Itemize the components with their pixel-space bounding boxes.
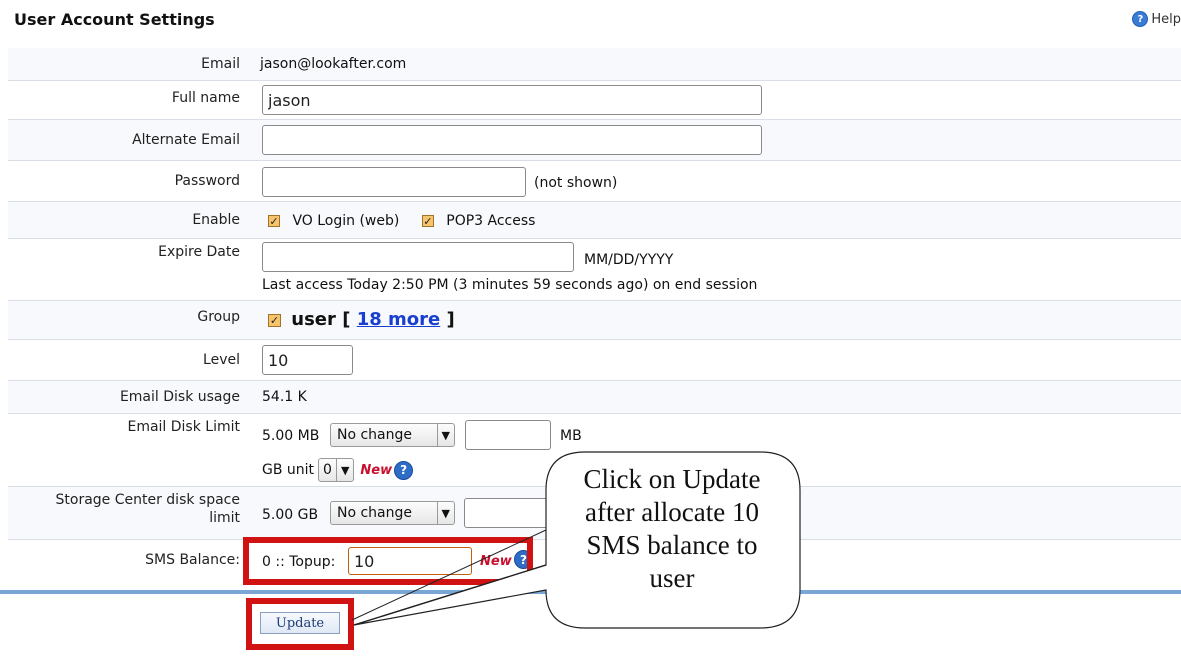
- callout-text: Click on Update after allocate 10 SMS ba…: [583, 464, 761, 593]
